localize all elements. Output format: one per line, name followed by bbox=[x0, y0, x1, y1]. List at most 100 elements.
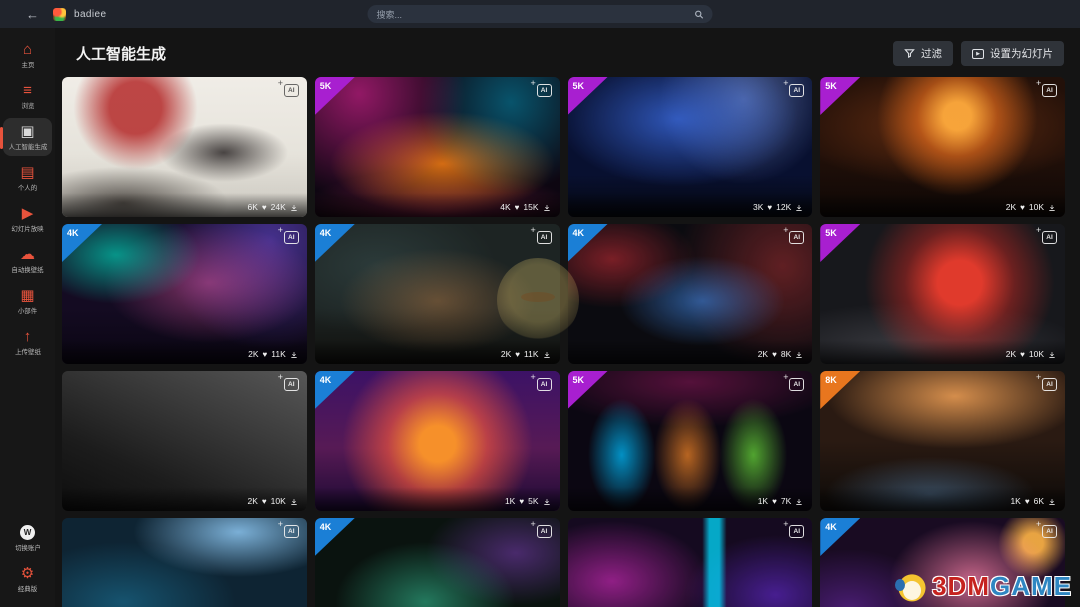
ai-generate-button[interactable]: AI bbox=[789, 378, 804, 391]
wallpaper-art bbox=[820, 518, 1065, 607]
likes-count: 2K bbox=[248, 349, 258, 359]
downloads-icon bbox=[795, 204, 803, 212]
search-input[interactable]: 搜索... bbox=[368, 5, 713, 23]
wallpaper-tile[interactable]: 4K AI 2K ♥ 8K bbox=[568, 224, 813, 364]
downloads-icon bbox=[1048, 204, 1056, 212]
slideshow-play-icon: ▶ bbox=[972, 49, 984, 59]
ai-generate-button[interactable]: AI bbox=[537, 231, 552, 244]
ai-generate-icon: ▣ bbox=[20, 123, 34, 140]
likes-count: 2K bbox=[501, 349, 511, 359]
likes-count: 1K bbox=[758, 496, 768, 506]
ai-generate-button[interactable]: AI bbox=[1042, 231, 1057, 244]
sidebar-bottom: W 切换账户 ⚙ 经典版 bbox=[3, 519, 52, 601]
wallpaper-tile[interactable]: 4K AI 2K ♥ 11K bbox=[315, 224, 560, 364]
likes-count: 1K bbox=[505, 496, 515, 506]
settings-gear-icon: ⚙ bbox=[21, 565, 34, 582]
wallpaper-tile[interactable]: AI bbox=[62, 518, 307, 607]
topbar: ← badiee 搜索... bbox=[0, 0, 1080, 28]
sidebar-item-widgets[interactable]: ▦ 小部件 bbox=[3, 282, 52, 320]
downloads-count: 6K bbox=[1034, 496, 1044, 506]
heart-icon: ♥ bbox=[262, 203, 267, 212]
likes-count: 2K bbox=[758, 349, 768, 359]
page-header: 人工智能生成 过滤 ▶ 设置为幻灯片 bbox=[55, 28, 1080, 77]
likes-count: 1K bbox=[1010, 496, 1020, 506]
downloads-count: 10K bbox=[271, 496, 286, 506]
ai-generate-button[interactable]: AI bbox=[537, 525, 552, 538]
ai-generate-button[interactable]: AI bbox=[789, 525, 804, 538]
ai-generate-button[interactable]: AI bbox=[789, 84, 804, 97]
sidebar-item-slideshow[interactable]: ▶ 幻灯片放映 bbox=[3, 200, 52, 238]
back-button[interactable]: ← bbox=[26, 7, 39, 22]
ai-generate-button[interactable]: AI bbox=[537, 378, 552, 391]
ai-generate-button[interactable]: AI bbox=[284, 378, 299, 391]
likes-count: 2K bbox=[1006, 349, 1016, 359]
sidebar-item-auto-wallpaper[interactable]: ☁ 自动换壁纸 bbox=[3, 241, 52, 279]
tile-stats: 1K ♥ 6K bbox=[820, 487, 1065, 511]
downloads-icon bbox=[543, 351, 551, 359]
ai-generate-button[interactable]: AI bbox=[284, 231, 299, 244]
downloads-icon bbox=[795, 351, 803, 359]
wallpaper-art bbox=[62, 518, 307, 607]
tile-stats: 4K ♥ 15K bbox=[315, 193, 560, 217]
sidebar-item-home[interactable]: ⌂ 主页 bbox=[3, 36, 52, 74]
set-slideshow-button[interactable]: ▶ 设置为幻灯片 bbox=[961, 41, 1064, 66]
ai-generate-button[interactable]: AI bbox=[284, 525, 299, 538]
likes-count: 2K bbox=[247, 496, 257, 506]
wallpaper-tile[interactable]: 4K AI 2K ♥ 11K bbox=[62, 224, 307, 364]
tile-stats: 3K ♥ 12K bbox=[568, 193, 813, 217]
header-actions: 过滤 ▶ 设置为幻灯片 bbox=[893, 41, 1064, 66]
wallpaper-grid: AI 6K ♥ 24K 5K AI 4K ♥ 15K bbox=[62, 77, 1065, 607]
wallpaper-tile[interactable]: AI 6K ♥ 24K bbox=[62, 77, 307, 217]
downloads-count: 7K bbox=[781, 496, 791, 506]
wallpaper-tile[interactable]: 5K AI 4K ♥ 15K bbox=[315, 77, 560, 217]
wallpaper-tile[interactable]: 5K AI 2K ♥ 10K bbox=[820, 77, 1065, 217]
wallpaper-tile[interactable]: 5K AI 1K ♥ 7K bbox=[568, 371, 813, 511]
wallpaper-tile[interactable]: 8K AI 1K ♥ 6K bbox=[820, 371, 1065, 511]
tile-stats: 1K ♥ 7K bbox=[568, 487, 813, 511]
tile-stats: 2K ♥ 11K bbox=[315, 340, 560, 364]
heart-icon: ♥ bbox=[767, 203, 772, 212]
downloads-icon bbox=[290, 351, 298, 359]
auto-wallpaper-icon: ☁ bbox=[20, 246, 35, 263]
downloads-icon bbox=[1048, 351, 1056, 359]
app-logo-icon bbox=[53, 8, 66, 21]
likes-count: 6K bbox=[247, 202, 257, 212]
ai-generate-button[interactable]: AI bbox=[1042, 525, 1057, 538]
downloads-icon bbox=[290, 204, 298, 212]
wallpaper-tile[interactable]: 5K AI 3K ♥ 12K bbox=[568, 77, 813, 217]
ai-generate-button[interactable]: AI bbox=[789, 231, 804, 244]
app-name: badiee bbox=[74, 9, 106, 20]
wallpaper-tile[interactable]: 5K AI 2K ♥ 10K bbox=[820, 224, 1065, 364]
wallpaper-tile[interactable]: AI 2K ♥ 10K bbox=[62, 371, 307, 511]
sidebar-item-settings-gear[interactable]: ⚙ 经典版 bbox=[3, 560, 52, 598]
heart-icon: ♥ bbox=[1020, 350, 1025, 359]
downloads-icon bbox=[1048, 498, 1056, 506]
account-avatar-icon: W bbox=[20, 524, 35, 541]
heart-icon: ♥ bbox=[772, 350, 777, 359]
sidebar-item-browse-list[interactable]: ≡ 浏览 bbox=[3, 77, 52, 115]
slideshow-icon: ▶ bbox=[22, 205, 34, 222]
tile-stats: 2K ♥ 8K bbox=[568, 340, 813, 364]
downloads-count: 24K bbox=[271, 202, 286, 212]
downloads-count: 11K bbox=[524, 349, 539, 359]
sidebar-item-ai-generate[interactable]: ▣ 人工智能生成 bbox=[3, 118, 52, 156]
sidebar-item-personal[interactable]: ▤ 个人的 bbox=[3, 159, 52, 197]
sidebar-item-account-avatar[interactable]: W 切换账户 bbox=[3, 519, 52, 557]
main-content: 人工智能生成 过滤 ▶ 设置为幻灯片 AI 6K ♥ 24K bbox=[55, 28, 1080, 607]
ai-generate-button[interactable]: AI bbox=[537, 84, 552, 97]
wallpaper-tile[interactable]: 4K AI bbox=[315, 518, 560, 607]
ai-generate-button[interactable]: AI bbox=[1042, 84, 1057, 97]
home-icon: ⌂ bbox=[23, 41, 32, 58]
tile-stats: 2K ♥ 10K bbox=[820, 340, 1065, 364]
heart-icon: ♥ bbox=[1025, 497, 1030, 506]
tile-stats: 6K ♥ 24K bbox=[62, 193, 307, 217]
wallpaper-tile[interactable]: AI bbox=[568, 518, 813, 607]
sidebar-item-upload[interactable]: ↑ 上传壁纸 bbox=[3, 323, 52, 361]
wallpaper-tile[interactable]: 4K AI 1K ♥ 5K bbox=[315, 371, 560, 511]
downloads-count: 15K bbox=[523, 202, 538, 212]
ai-generate-button[interactable]: AI bbox=[1042, 378, 1057, 391]
wallpaper-tile[interactable]: 4K AI bbox=[820, 518, 1065, 607]
filter-button[interactable]: 过滤 bbox=[893, 41, 953, 66]
search-icon[interactable] bbox=[695, 10, 704, 19]
ai-generate-button[interactable]: AI bbox=[284, 84, 299, 97]
